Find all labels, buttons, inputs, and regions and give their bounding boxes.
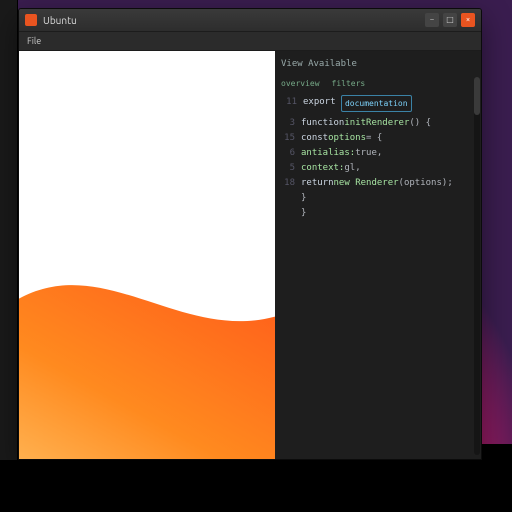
line-number: 3 — [279, 116, 295, 131]
code-identifier: new Renderer — [334, 176, 399, 191]
window-title: Ubuntu — [43, 15, 421, 26]
line-number: 6 — [279, 146, 295, 161]
editor-header: View Available — [275, 55, 481, 76]
menu-bar[interactable]: File — [19, 32, 481, 51]
desktop-wallpaper: Ubuntu − □ × File — [0, 0, 512, 512]
preview-pane — [19, 51, 275, 460]
app-icon — [25, 14, 37, 26]
minimize-button[interactable]: − — [425, 13, 439, 27]
window-body: View Available overview filters 11 expor… — [19, 51, 481, 460]
code-identifier: context: — [301, 161, 344, 176]
application-window: Ubuntu − □ × File — [18, 8, 482, 460]
dock-launcher[interactable] — [0, 0, 18, 460]
code-line[interactable]: 18 return new Renderer(options); — [279, 176, 477, 191]
window-titlebar[interactable]: Ubuntu − □ × — [19, 9, 481, 32]
code-line[interactable]: } — [279, 206, 477, 221]
maximize-button[interactable]: □ — [443, 13, 457, 27]
editor-subheader: overview filters — [275, 76, 481, 95]
code-identifier: initRenderer — [344, 116, 409, 131]
code-line[interactable]: 5 context: gl, — [279, 161, 477, 176]
code-editor-pane[interactable]: View Available overview filters 11 expor… — [275, 51, 481, 460]
code-line[interactable]: 15 const options = { — [279, 131, 477, 146]
code-keyword: const — [301, 131, 328, 146]
editor-scrollbar[interactable] — [474, 77, 480, 455]
inline-selector[interactable]: documentation — [341, 95, 412, 112]
menu-item-file[interactable]: File — [27, 36, 41, 46]
editor-sub-right[interactable]: filters — [332, 76, 366, 91]
code-keyword: return — [301, 176, 334, 191]
line-number — [279, 206, 295, 221]
code-line[interactable]: 6 antialias: true, — [279, 146, 477, 161]
code-identifier: antialias: — [301, 146, 355, 161]
code-punct: gl, — [344, 161, 360, 176]
code-identifier: options — [328, 131, 366, 146]
code-line[interactable]: } — [279, 191, 477, 206]
code-body[interactable]: 3 function initRenderer() { 15 const option… — [275, 116, 481, 221]
line-number: 18 — [279, 176, 295, 191]
wallpaper-wave-graphic — [19, 51, 275, 460]
editor-header-left: View Available — [281, 57, 357, 72]
editor-sub-left[interactable]: overview — [281, 76, 320, 91]
code-punct: } — [301, 206, 306, 221]
line-number — [279, 191, 295, 206]
line-number: 15 — [279, 131, 295, 146]
code-keyword: export — [303, 95, 341, 112]
code-punct: = { — [366, 131, 382, 146]
close-button[interactable]: × — [461, 13, 475, 27]
code-punct: () { — [409, 116, 431, 131]
line-gutter: 11 — [281, 95, 297, 112]
code-keyword: function — [301, 116, 344, 131]
scrollbar-thumb[interactable] — [474, 77, 480, 115]
code-punct: (options); — [399, 176, 453, 191]
code-punct: true, — [355, 146, 382, 161]
line-number: 5 — [279, 161, 295, 176]
code-line[interactable]: 3 function initRenderer() { — [279, 116, 477, 131]
code-punct: } — [301, 191, 306, 206]
